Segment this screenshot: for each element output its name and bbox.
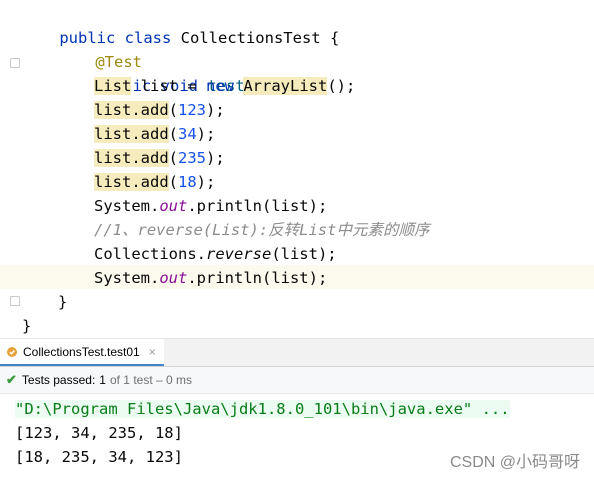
code-line-annotation[interactable]: @Test xyxy=(58,26,142,71)
run-config-icon xyxy=(7,346,17,357)
code-line-close-method[interactable]: } xyxy=(58,290,67,314)
code-line-add[interactable]: list.add(34); xyxy=(94,122,215,146)
code-line-class[interactable]: public class CollectionsTest { xyxy=(22,2,339,47)
code-line-println[interactable]: System.out.println(list); xyxy=(94,194,327,218)
code-line-println[interactable]: System.out.println(list); xyxy=(94,266,327,290)
console-output-line: [123, 34, 235, 18] xyxy=(15,424,183,442)
code-line-add[interactable]: list.add(18); xyxy=(94,170,215,194)
code-line-close-class[interactable]: } xyxy=(22,314,31,338)
tests-passed-count: 1 xyxy=(99,373,106,387)
tests-total-text: of 1 test – 0 ms xyxy=(109,373,193,387)
fold-marker-icon[interactable] xyxy=(10,58,20,68)
close-icon[interactable]: × xyxy=(149,345,156,359)
code-line-add[interactable]: list.add(123); xyxy=(94,98,225,122)
code-line-list-decl[interactable]: List list = new ArrayList(); xyxy=(94,74,355,98)
watermark: CSDN @小码哥呀 xyxy=(449,454,580,471)
test-status-bar: ✔ Tests passed: 1 of 1 test – 0 ms xyxy=(0,367,594,394)
run-tool-window-tabs: CollectionsTest.test01 × xyxy=(0,339,594,367)
tab-label: CollectionsTest.test01 xyxy=(23,344,140,359)
console-output-line: [18, 235, 34, 123] xyxy=(15,448,183,466)
code-line-reverse[interactable]: Collections.reverse(list); xyxy=(94,242,337,266)
code-line-add[interactable]: list.add(235); xyxy=(94,146,225,170)
code-line-comment[interactable]: //1、reverse(List):反转List中元素的顺序 xyxy=(94,218,429,242)
tab-collectionstest-test01[interactable]: CollectionsTest.test01 × xyxy=(0,339,164,366)
tests-passed-label: Tests passed: xyxy=(21,373,96,387)
check-icon: ✔ xyxy=(6,372,17,387)
console-command-line: "D:\Program Files\Java\jdk1.8.0_101\bin\… xyxy=(15,400,510,418)
fold-marker-icon[interactable] xyxy=(10,296,20,306)
code-line-method[interactable]: public void test01(){ xyxy=(58,50,291,95)
code-editor[interactable]: public class CollectionsTest { @Test pub… xyxy=(0,0,594,338)
